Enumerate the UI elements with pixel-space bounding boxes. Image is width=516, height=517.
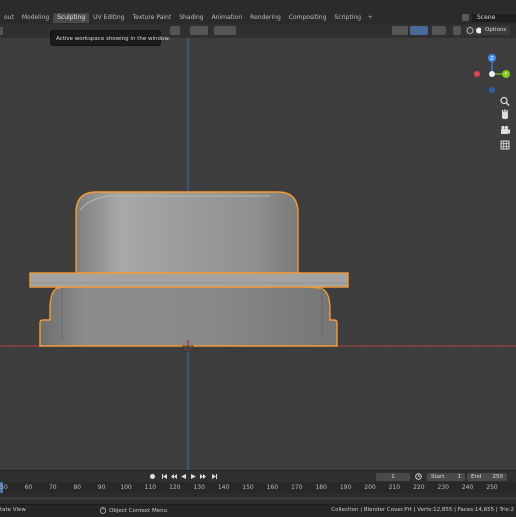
ruler-tick-label: 160 [266, 484, 279, 491]
ruler-tick-label: 110 [144, 484, 157, 491]
3d-viewport[interactable]: Z Y [0, 38, 516, 470]
ruler-tick-label: 60 [24, 484, 33, 491]
scene-icon [462, 14, 469, 21]
status-middle: Object Context Menu [100, 507, 167, 514]
end-value: 250 [492, 474, 504, 480]
play-icon[interactable] [190, 473, 197, 480]
timeline-scrollbar[interactable] [0, 497, 516, 500]
snap-icon[interactable] [214, 26, 236, 35]
current-frame-field[interactable]: 1 [376, 473, 410, 481]
clock-icon[interactable] [415, 473, 422, 480]
tab-rendering[interactable]: Rendering [246, 13, 285, 23]
ruler-tick-label: 80 [73, 484, 82, 491]
tab-sculpting[interactable]: Sculpting [53, 13, 90, 23]
tab-texture-paint[interactable]: Texture Paint [128, 13, 175, 23]
pan-hand-icon[interactable] [498, 109, 512, 122]
gizmo-x-front-icon[interactable] [489, 71, 495, 77]
ruler-tick-label: 210 [388, 484, 401, 491]
viewport-canvas: Z Y [0, 38, 516, 470]
gizmo-toggle-icon[interactable] [410, 26, 428, 35]
ruler-tick-label: 250 [486, 484, 498, 491]
ruler-tick-label: 90 [97, 484, 106, 491]
ruler-tick-label: 180 [315, 484, 327, 491]
ruler-tick-label: 230 [437, 484, 449, 491]
ruler-tick-label: 240 [461, 484, 474, 491]
gizmo-z-label: Z [490, 56, 494, 62]
ruler-tick-label: 120 [169, 484, 181, 491]
top-bar: out Modeling Sculpting UV Editing Texture Pa… [0, 0, 516, 25]
end-frame-field[interactable]: End 250 [467, 473, 507, 481]
tab-uv-editing[interactable]: UV Editing [89, 13, 128, 23]
status-stats-text: Collection | Blender Cover.Prt | Verts:1… [331, 507, 514, 513]
ruler-tick-label: 170 [291, 484, 303, 491]
ruler-tick-label: 50 [0, 484, 8, 491]
ruler-tick-label: 200 [364, 484, 376, 491]
next-keyframe-icon[interactable] [200, 473, 207, 480]
scene-selector[interactable]: Scene [462, 13, 516, 22]
status-left-text: tate View [0, 507, 26, 513]
status-bar: tate View Object Context Menu Collection… [0, 504, 516, 517]
xray-icon[interactable] [453, 26, 461, 35]
visibility-icon[interactable] [392, 26, 408, 35]
gizmo-neg-z-icon[interactable] [489, 87, 495, 93]
ruler-tick-label: 220 [413, 484, 425, 491]
gizmo-x-icon[interactable] [474, 71, 480, 77]
header-left-edge [0, 27, 3, 35]
zoom-icon[interactable] [498, 95, 512, 108]
ortho-grid-icon[interactable] [498, 139, 512, 152]
tab-animation[interactable]: Animation [208, 13, 247, 23]
start-value: 1 [457, 474, 462, 480]
jump-start-icon[interactable] [161, 473, 168, 480]
status-middle-text: Object Context Menu [109, 507, 168, 514]
start-frame-field[interactable]: Start 1 [427, 473, 465, 481]
timeline-scrub-area[interactable] [0, 493, 516, 504]
end-label: End [471, 474, 482, 480]
timeline-ruler[interactable]: 50 60 70 80 90 100 110 120 130 140 150 160 170 180 190… [0, 482, 516, 493]
ruler-tick-label: 70 [48, 484, 57, 491]
tab-compositing[interactable]: Compositing [285, 13, 331, 23]
tab-modeling[interactable]: Modeling [18, 13, 53, 23]
add-workspace-button[interactable]: + [365, 13, 375, 23]
ruler-tick-label: 130 [193, 484, 205, 491]
ruler-tick-label: 190 [339, 484, 352, 491]
start-label: Start [431, 474, 445, 480]
scene-name-field[interactable]: Scene [472, 13, 516, 22]
options-dropdown[interactable]: Options [481, 26, 511, 35]
ruler-tick-label: 140 [217, 484, 230, 491]
record-icon[interactable] [149, 473, 156, 480]
ruler-tick-label: 150 [242, 484, 254, 491]
play-reverse-icon[interactable] [180, 473, 187, 480]
camera-view-icon[interactable] [498, 124, 512, 137]
transform-orientation-icon[interactable] [170, 26, 180, 35]
tab-shading[interactable]: Shading [175, 13, 207, 23]
tab-out[interactable]: out [0, 13, 18, 23]
overlay-icon[interactable] [432, 26, 446, 35]
tooltip: Active workspace showing in the window. [50, 30, 170, 46]
tab-scripting[interactable]: Scripting [330, 13, 365, 23]
ruler-tick-label: 100 [120, 484, 132, 491]
workspace-tabs: out Modeling Sculpting UV Editing Texture Pa… [0, 13, 375, 23]
jump-end-icon[interactable] [211, 473, 218, 480]
pivot-point-icon[interactable] [190, 26, 208, 35]
mouse-icon [100, 507, 106, 514]
prev-keyframe-icon[interactable] [170, 473, 177, 480]
